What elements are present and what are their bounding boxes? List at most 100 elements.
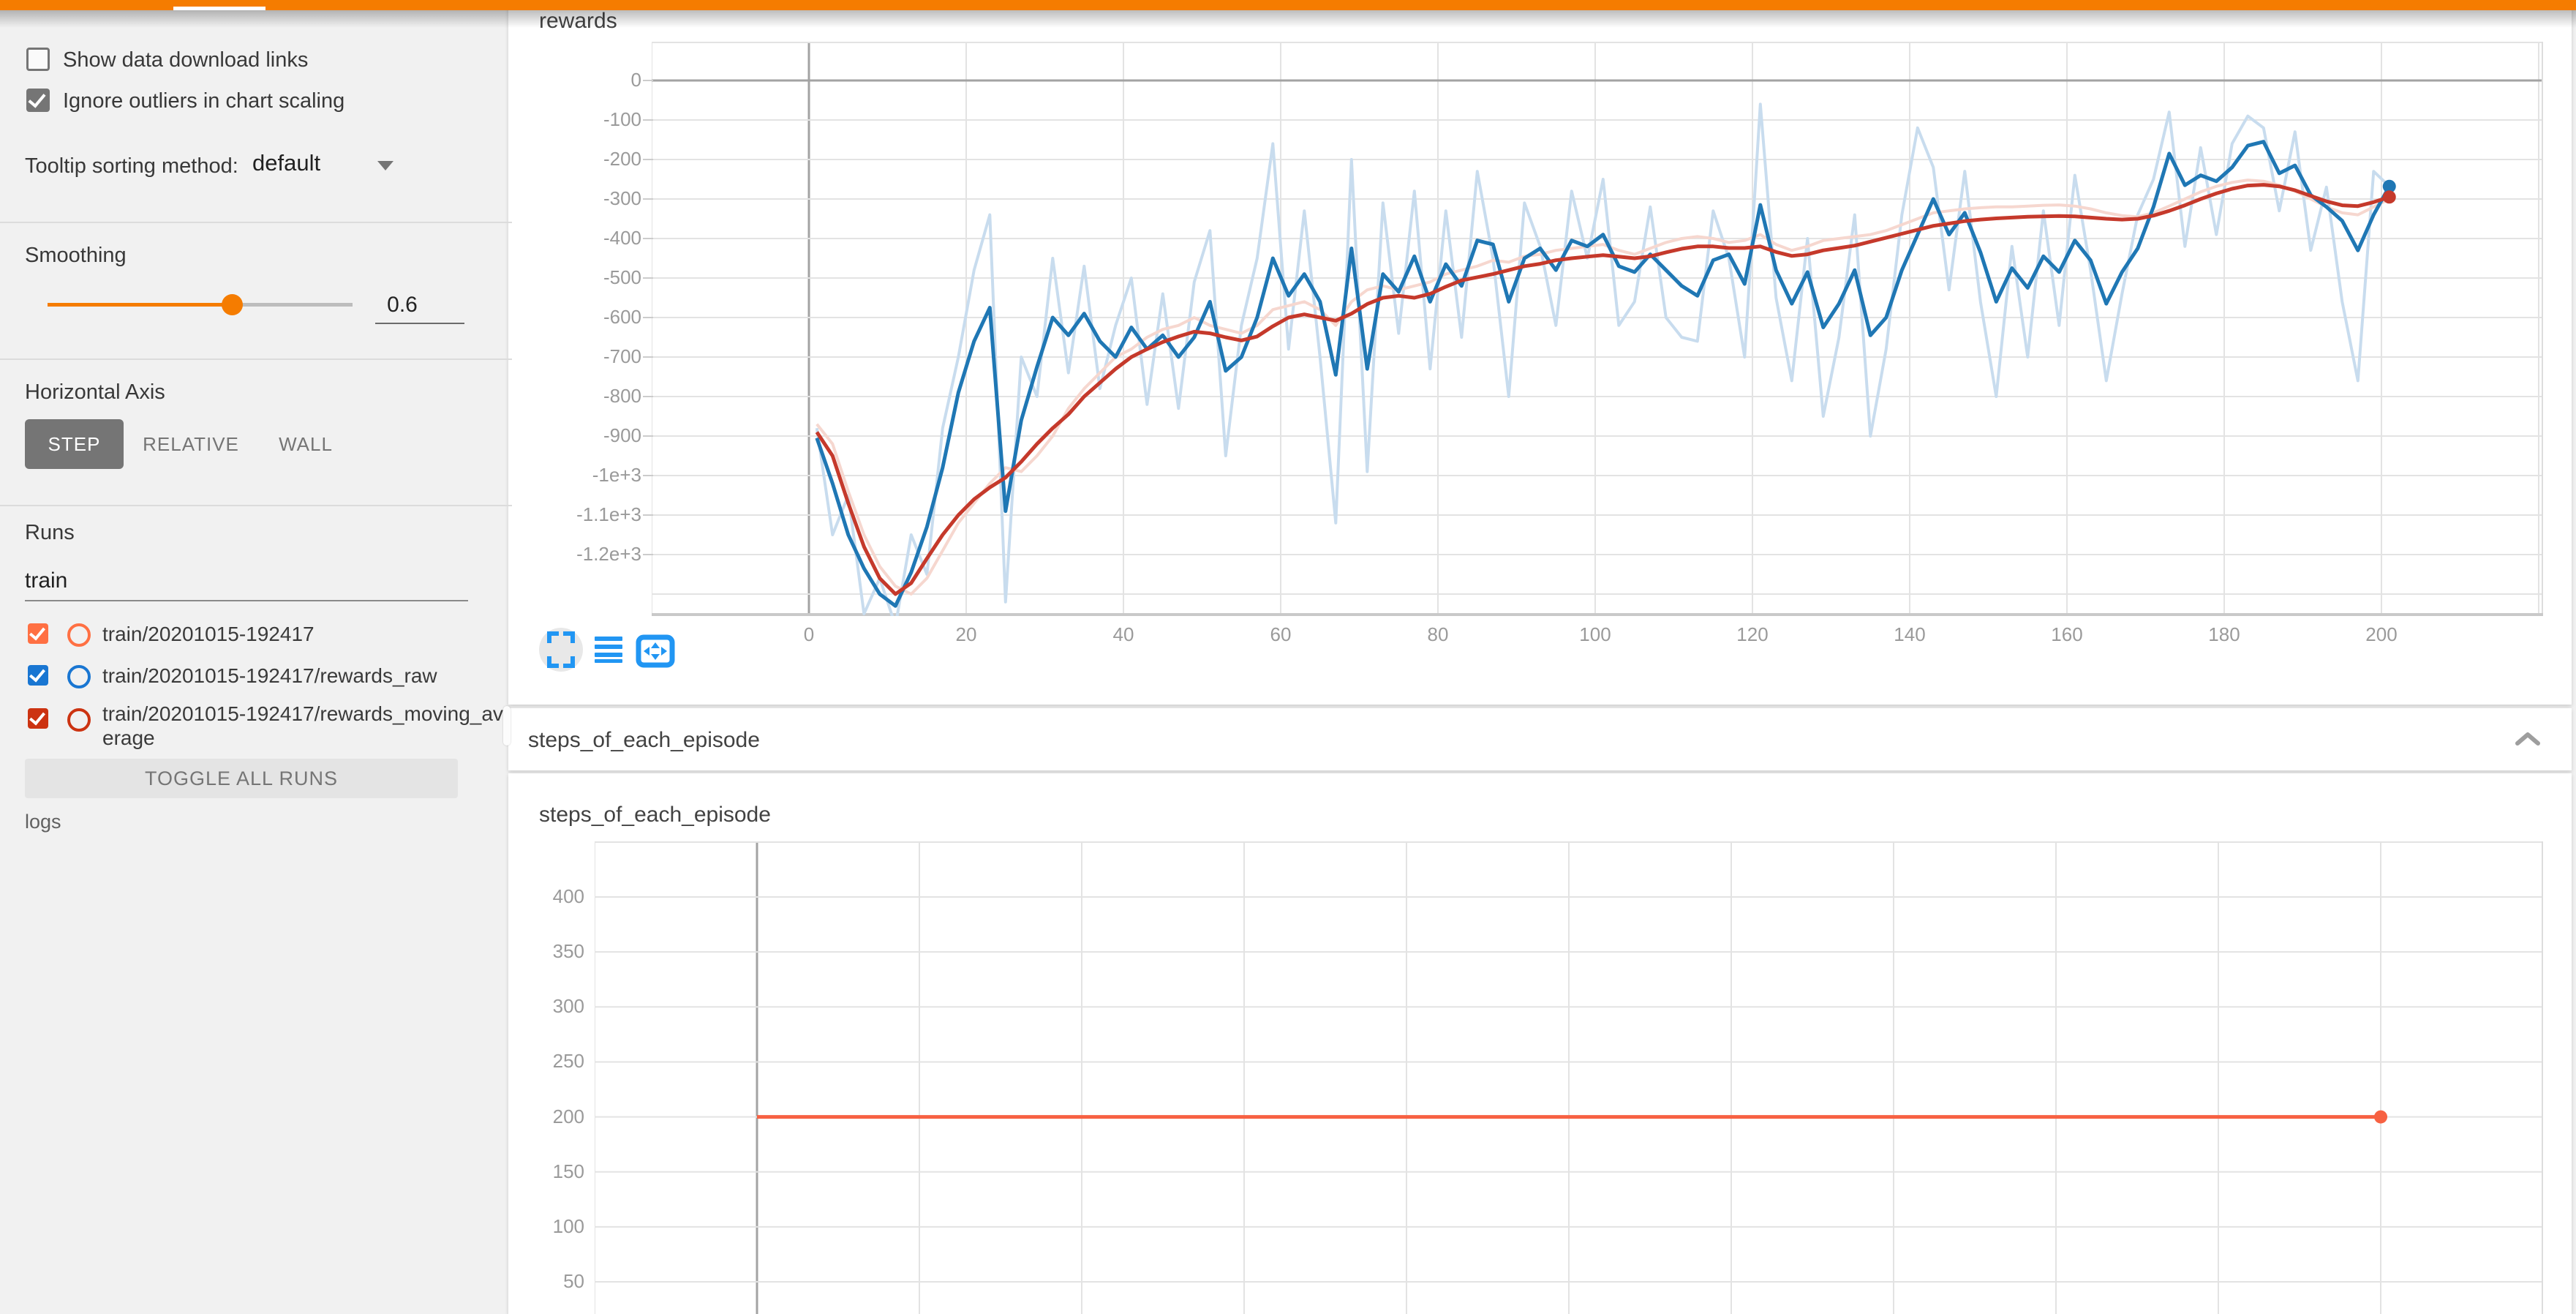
divider xyxy=(0,222,512,223)
y-tick-label: -500 xyxy=(512,266,641,289)
y-tick-label: -900 xyxy=(512,424,641,447)
section-header-title[interactable]: steps_of_each_episode xyxy=(528,728,760,753)
series-rewards-moving-average-original-[interactable] xyxy=(817,180,2389,594)
ignore-outliers-label[interactable]: Ignore outliers in chart scaling xyxy=(63,89,344,113)
x-tick-label: 40 xyxy=(1094,623,1153,646)
smoothing-slider-fill xyxy=(48,303,232,307)
axis-button-step[interactable]: STEP xyxy=(25,419,124,469)
steps-chart-title: steps_of_each_episode xyxy=(539,803,771,827)
x-tick-label: 80 xyxy=(1409,623,1467,646)
run-radio-icon[interactable] xyxy=(67,623,91,647)
steps-line-chart[interactable] xyxy=(595,841,2543,1314)
run-label[interactable]: train/20201015-192417/rewards_moving_ave… xyxy=(102,702,512,750)
steps-section-header-card[interactable] xyxy=(508,708,2572,770)
runs-filter-underline xyxy=(25,600,468,601)
y-tick-label: 200 xyxy=(483,1105,584,1128)
checkbox-icon[interactable] xyxy=(26,48,50,71)
y-tick-mark xyxy=(643,317,653,318)
series-rewards-raw-original-[interactable] xyxy=(817,104,2389,616)
x-tick-label: 0 xyxy=(780,623,838,646)
toggle-all-runs-button[interactable]: TOGGLE ALL RUNS xyxy=(25,759,458,798)
collapse-section-icon[interactable] xyxy=(2513,729,2542,749)
y-tick-mark xyxy=(643,119,653,121)
endpoint-dot[interactable] xyxy=(2374,1111,2387,1124)
y-tick-mark xyxy=(643,396,653,397)
y-tick-mark xyxy=(643,159,653,160)
run-label[interactable]: train/20201015-192417/rewards_raw xyxy=(102,664,437,688)
tooltip-sorting-label: Tooltip sorting method: xyxy=(25,154,238,179)
x-tick-label: 120 xyxy=(1723,623,1782,646)
horizontal-axis-label: Horizontal Axis xyxy=(25,380,165,405)
app-bar-shadow xyxy=(0,10,2576,28)
dropdown-arrow-icon[interactable] xyxy=(377,161,393,170)
x-tick-label: 160 xyxy=(2038,623,2096,646)
toggle-y-axis-icon[interactable] xyxy=(595,637,622,663)
divider xyxy=(0,358,512,360)
run-row[interactable] xyxy=(28,708,48,729)
endpoint-dot[interactable] xyxy=(2383,190,2396,203)
y-tick-mark xyxy=(643,238,653,239)
run-row[interactable] xyxy=(28,665,48,686)
tooltip-sorting-select[interactable]: default xyxy=(252,150,320,176)
active-tab-indicator xyxy=(173,7,265,10)
x-tick-label: 200 xyxy=(2352,623,2411,646)
y-tick-label: 150 xyxy=(483,1160,584,1183)
show-data-download-links-checkbox[interactable] xyxy=(26,48,50,71)
checkbox-icon[interactable] xyxy=(26,89,50,112)
y-tick-label: -1e+3 xyxy=(512,464,641,487)
y-tick-label: 350 xyxy=(483,940,584,963)
rewards-line-chart[interactable] xyxy=(652,42,2543,616)
y-tick-label: 300 xyxy=(483,995,584,1018)
tensorboard-app: { "app": {"accent_color": "#f57c00", "to… xyxy=(0,0,2576,1314)
smoothing-value-underline xyxy=(375,323,464,324)
chart-toolbar xyxy=(539,623,715,676)
checkmark-icon xyxy=(29,665,45,682)
ignore-outliers-checkbox[interactable] xyxy=(26,89,50,112)
run-radio-icon[interactable] xyxy=(67,708,91,732)
y-tick-label: -400 xyxy=(512,227,641,249)
axis-button-wall[interactable]: WALL xyxy=(257,419,354,469)
smoothing-label: Smoothing xyxy=(25,244,127,268)
y-tick-label: -1.2e+3 xyxy=(512,543,641,566)
axis-button-relative[interactable]: RELATIVE xyxy=(139,419,243,469)
run-label[interactable]: train/20201015-192417 xyxy=(102,622,315,646)
y-tick-mark xyxy=(643,198,653,200)
top-app-bar xyxy=(0,0,2576,10)
series-rewards-raw-smoothed-0-6-[interactable] xyxy=(817,142,2389,607)
series-rewards-moving-average-smoothed-0-6-[interactable] xyxy=(817,185,2389,594)
run-checkbox[interactable] xyxy=(28,665,48,686)
checkmark-icon xyxy=(29,623,45,640)
run-radio-icon[interactable] xyxy=(67,665,91,688)
x-tick-label: 140 xyxy=(1880,623,1939,646)
y-tick-label: -200 xyxy=(512,148,641,170)
y-tick-label: 400 xyxy=(483,885,584,908)
fullscreen-icon[interactable] xyxy=(549,634,573,666)
y-tick-label: -600 xyxy=(512,306,641,328)
y-tick-label: 100 xyxy=(483,1215,584,1238)
y-tick-mark xyxy=(643,475,653,476)
smoothing-value-input[interactable]: 0.6 xyxy=(366,293,439,318)
smoothing-slider-handle[interactable] xyxy=(222,294,243,315)
y-tick-mark xyxy=(643,356,653,358)
y-tick-label: -300 xyxy=(512,187,641,210)
checkmark-icon xyxy=(28,89,45,108)
sidebar-scrollbar-thumb[interactable] xyxy=(503,706,511,746)
checkmark-icon xyxy=(29,708,45,725)
run-checkbox[interactable] xyxy=(28,708,48,729)
runs-filter-input[interactable]: train xyxy=(25,568,67,593)
divider xyxy=(0,505,512,506)
logs-path-label: logs xyxy=(25,811,61,833)
y-tick-label: 0 xyxy=(512,69,641,91)
y-tick-mark xyxy=(643,514,653,516)
y-tick-label: -800 xyxy=(512,385,641,408)
y-tick-label: 250 xyxy=(483,1050,584,1073)
show-data-download-links-label[interactable]: Show data download links xyxy=(63,48,308,72)
x-tick-label: 60 xyxy=(1251,623,1310,646)
y-tick-label: 50 xyxy=(483,1270,584,1293)
x-tick-label: 20 xyxy=(937,623,995,646)
run-checkbox[interactable] xyxy=(28,623,48,644)
fit-domain-icon[interactable] xyxy=(639,637,672,665)
y-tick-label: -1.1e+3 xyxy=(512,503,641,526)
run-row[interactable] xyxy=(28,623,48,644)
y-tick-mark xyxy=(643,80,653,81)
